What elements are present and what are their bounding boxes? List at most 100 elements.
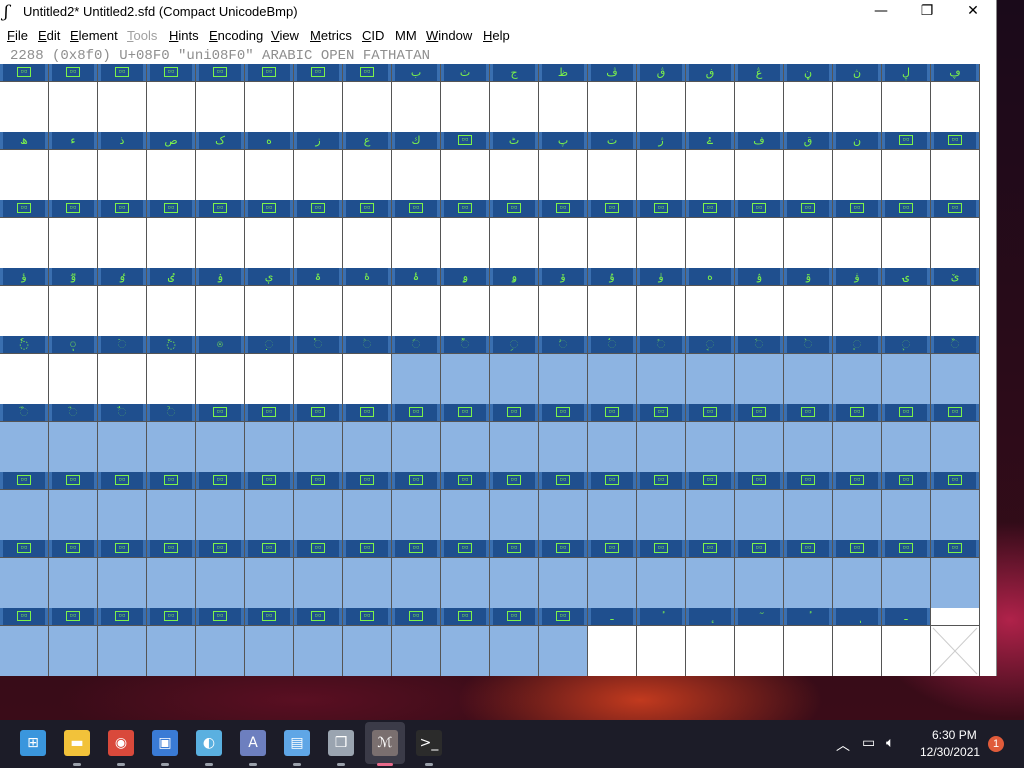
- glyph-cell[interactable]: ▫▫: [98, 472, 147, 540]
- menu-encoding[interactable]: Encoding: [209, 28, 263, 43]
- glyph-cell[interactable]: ◌ࣱ: [441, 336, 490, 404]
- menu-edit[interactable]: Edit: [38, 28, 60, 43]
- glyph-cell[interactable]: ۄ: [441, 268, 490, 336]
- fontforge-icon[interactable]: ℳ: [372, 730, 398, 756]
- glyph-cell[interactable]: ▫▫: [0, 608, 49, 676]
- glyph-cell[interactable]: ▫▫: [0, 472, 49, 540]
- glyph-cell[interactable]: ـ: [588, 608, 637, 676]
- glyph-cell[interactable]: ▫▫: [490, 540, 539, 608]
- glyph-cell[interactable]: ه: [245, 132, 294, 200]
- glyph-cell[interactable]: ۏ: [196, 268, 245, 336]
- glyph-cell[interactable]: ؤ: [0, 268, 49, 336]
- glyph-cell[interactable]: ت: [588, 132, 637, 200]
- glyph-cell[interactable]: ▫▫: [539, 472, 588, 540]
- glyph-cell[interactable]: ۈ: [637, 268, 686, 336]
- glyph-cell[interactable]: ▫▫: [294, 608, 343, 676]
- glyph-cell[interactable]: ٹ: [490, 132, 539, 200]
- glyph-cell[interactable]: ▫▫: [147, 540, 196, 608]
- glyph-cell[interactable]: ▫▫: [98, 540, 147, 608]
- glyph-cell[interactable]: ێ: [931, 268, 980, 336]
- glyph-cell[interactable]: ۓ: [686, 132, 735, 200]
- glyph-cell[interactable]: ك: [392, 132, 441, 200]
- glyph-cell[interactable]: ◌ࣷ: [735, 336, 784, 404]
- start-icon[interactable]: ⊞: [20, 730, 46, 756]
- glyph-cell[interactable]: ۍ: [882, 268, 931, 336]
- glyph-cell[interactable]: ◌ࣲ: [490, 336, 539, 404]
- glyph-cell[interactable]: ▫▫: [49, 540, 98, 608]
- glyph-cell[interactable]: ▫▫: [637, 200, 686, 268]
- chevron-up-icon[interactable]: ︿: [836, 735, 850, 755]
- glyph-cell[interactable]: ▫▫: [49, 472, 98, 540]
- menu-hints[interactable]: Hints: [169, 28, 199, 43]
- glyph-cell[interactable]: ▫▫: [0, 64, 49, 132]
- glyph-cell[interactable]: ▫▫: [147, 608, 196, 676]
- glyph-cell[interactable]: ▫▫: [392, 472, 441, 540]
- glyph-cell[interactable]: ▫▫: [539, 608, 588, 676]
- network-icon[interactable]: ▭: [862, 734, 875, 751]
- glyph-cell[interactable]: ▫▫: [637, 472, 686, 540]
- glyph-cell[interactable]: ▫▫: [539, 540, 588, 608]
- glyph-cell[interactable]: ▫▫: [588, 472, 637, 540]
- glyph-cell[interactable]: ▫▫: [931, 132, 980, 200]
- glyph-cell[interactable]: ج: [490, 64, 539, 132]
- glyph-cell[interactable]: ▫▫: [392, 404, 441, 472]
- file-explorer-icon[interactable]: ▬: [64, 730, 90, 756]
- glyph-cell[interactable]: ۆ: [539, 268, 588, 336]
- glyph-cell[interactable]: ▫▫: [196, 404, 245, 472]
- glyph-cell[interactable]: ڸ: [882, 64, 931, 132]
- glyph-cell[interactable]: ▫▫: [245, 64, 294, 132]
- glyph-cell[interactable]: ۊ: [784, 268, 833, 336]
- glyph-cell[interactable]: ٓ: [735, 608, 784, 676]
- virtualbox-icon[interactable]: ❒: [328, 730, 354, 756]
- glyph-cell[interactable]: ▫▫: [490, 200, 539, 268]
- glyph-cell[interactable]: ◌ࣰ: [392, 336, 441, 404]
- glyph-cell[interactable]: ▫▫: [784, 200, 833, 268]
- glyph-cell[interactable]: ڧ: [686, 64, 735, 132]
- glyph-cell[interactable]: ▫▫: [245, 472, 294, 540]
- glyph-cell[interactable]: ◌ࣵ: [637, 336, 686, 404]
- glyph-cell[interactable]: ▫▫: [196, 472, 245, 540]
- menu-metrics[interactable]: Metrics: [310, 28, 352, 43]
- vertical-scrollbar[interactable]: [980, 64, 996, 676]
- glyph-cell[interactable]: ◌ࣿ: [147, 404, 196, 472]
- glyph-cell[interactable]: ڼ: [784, 64, 833, 132]
- glyph-cell[interactable]: ▫▫: [245, 404, 294, 472]
- glyph-cell[interactable]: ◌ٖ: [49, 336, 98, 404]
- clock-time[interactable]: 6:30 PM: [932, 728, 977, 742]
- glyph-cell[interactable]: ◌ࣶ: [686, 336, 735, 404]
- paint-icon[interactable]: ◐: [196, 730, 222, 756]
- glyph-cell[interactable]: ▫▫: [735, 200, 784, 268]
- glyph-cell[interactable]: ▫▫: [49, 64, 98, 132]
- glyph-cell[interactable]: ▫▫: [147, 200, 196, 268]
- glyph-cell[interactable]: ژ: [637, 132, 686, 200]
- glyph-cell[interactable]: ز: [294, 132, 343, 200]
- notification-badge[interactable]: 1: [988, 736, 1004, 752]
- glyph-cell[interactable]: ڥ: [931, 64, 980, 132]
- volume-icon[interactable]: 🔈︎: [886, 734, 894, 751]
- glyph-cell[interactable]: ▫▫: [588, 540, 637, 608]
- glyph-cell[interactable]: ▫▫: [441, 200, 490, 268]
- glyph-cell[interactable]: ▫▫: [735, 540, 784, 608]
- glyph-cell[interactable]: ▫▫: [196, 608, 245, 676]
- glyph-cell[interactable]: ک: [196, 132, 245, 200]
- glyph-cell[interactable]: ▫▫: [0, 540, 49, 608]
- glyph-cell[interactable]: ▫▫: [833, 404, 882, 472]
- glyph-cell[interactable]: ظ: [539, 64, 588, 132]
- glyph-cell[interactable]: ◌ٞ: [343, 336, 392, 404]
- minimize-button[interactable]: —: [858, 0, 904, 24]
- glyph-cell[interactable]: ـ: [882, 608, 931, 676]
- glyph-cell[interactable]: ◌ࣼ: [0, 404, 49, 472]
- glyph-cell[interactable]: ▫▫: [931, 472, 980, 540]
- glyph-cell[interactable]: ▫▫: [539, 200, 588, 268]
- glyph-cell[interactable]: ▫▫: [931, 404, 980, 472]
- glyph-cell[interactable]: ▫▫: [392, 540, 441, 608]
- glyph-cell[interactable]: ▫▫: [196, 64, 245, 132]
- glyph-cell[interactable]: ▫▫: [833, 540, 882, 608]
- glyph-cell[interactable]: ع: [343, 132, 392, 200]
- notepad-icon[interactable]: ▤: [284, 730, 310, 756]
- glyph-cell[interactable]: ▫▫: [343, 404, 392, 472]
- glyph-cell[interactable]: ▫▫: [735, 404, 784, 472]
- glyph-cell[interactable]: ▫▫: [931, 540, 980, 608]
- glyph-cell[interactable]: ▫▫: [686, 200, 735, 268]
- glyph-cell[interactable]: ▫▫: [441, 472, 490, 540]
